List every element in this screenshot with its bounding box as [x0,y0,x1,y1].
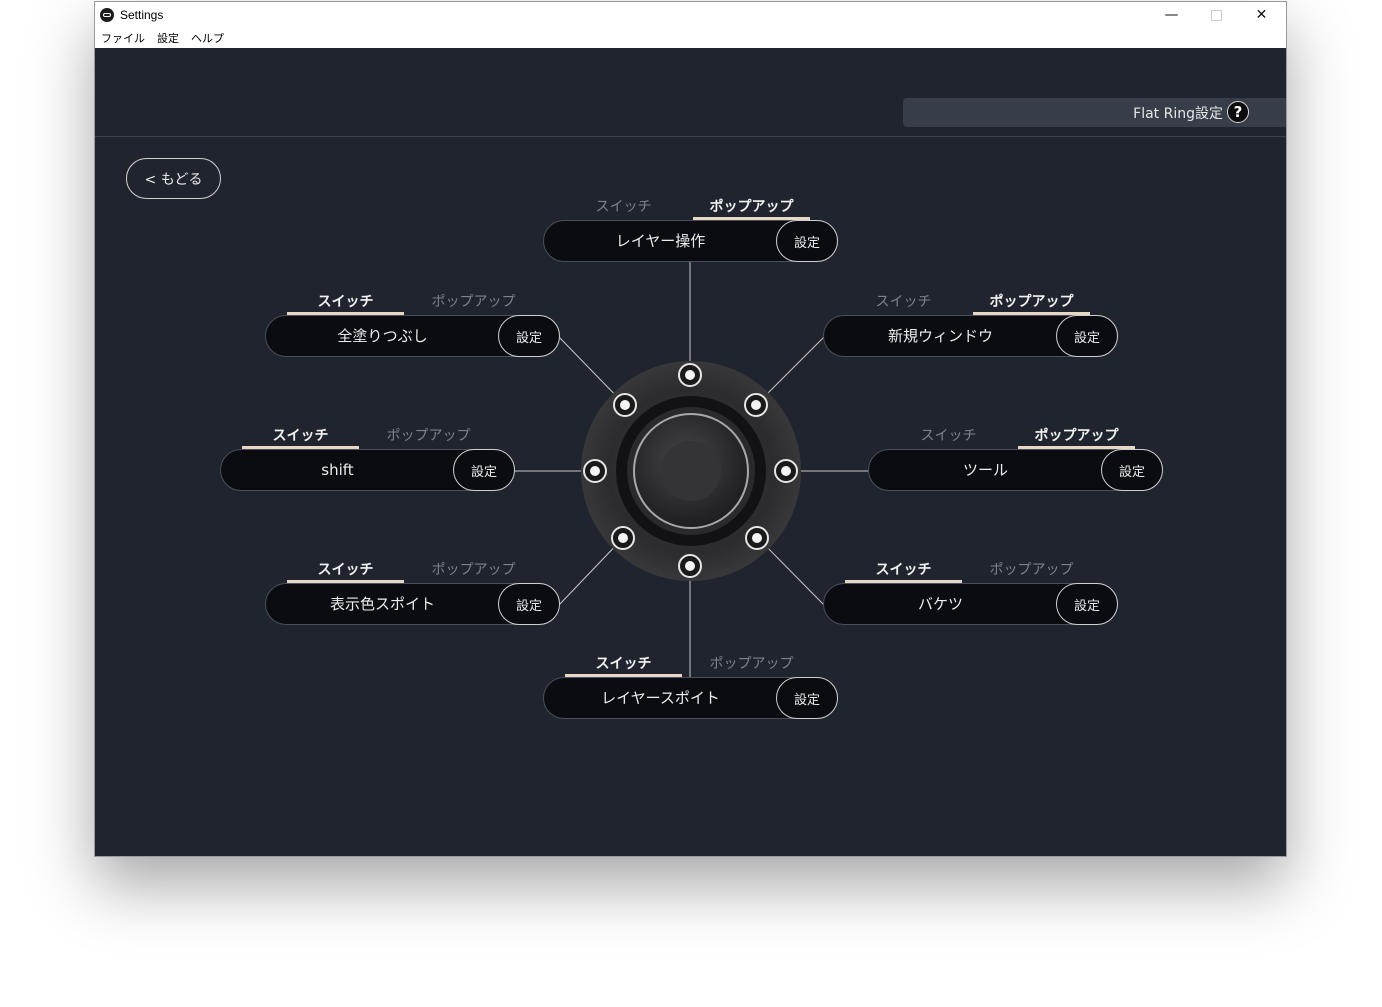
action-pill[interactable]: ツール 設定 [868,449,1163,491]
action-label: 全塗りつぶし [337,327,428,345]
set-button[interactable]: 設定 [498,315,560,357]
mode-popup[interactable]: ポップアップ [370,426,487,446]
mode-switch[interactable]: スイッチ [565,654,682,677]
menu-file[interactable]: ファイル [95,30,151,46]
action-pill[interactable]: レイヤースポイト 設定 [543,677,838,719]
action-pill[interactable]: 表示色スポイト 設定 [265,583,560,625]
action-label: レイヤー操作 [615,232,706,250]
mode-popup[interactable]: ポップアップ [693,197,810,220]
slot-upper-left: スイッチ ポップアップ 全塗りつぶし 設定 [265,292,560,357]
slot-lower-right: スイッチ ポップアップ バケツ 設定 [823,560,1118,625]
mode-popup[interactable]: ポップアップ [693,654,810,674]
set-button[interactable]: 設定 [453,449,515,491]
action-label: バケツ [917,595,963,613]
mode-switch[interactable]: スイッチ [287,292,404,315]
set-button[interactable]: 設定 [776,677,838,719]
action-pill[interactable]: 全塗りつぶし 設定 [265,315,560,357]
action-label: 新規ウィンドウ [887,327,993,345]
action-label: shift [321,461,354,479]
mode-popup[interactable]: ポップアップ [973,560,1090,580]
menu-help[interactable]: ヘルプ [185,30,230,46]
set-button[interactable]: 設定 [1056,583,1118,625]
mode-switch[interactable]: スイッチ [845,292,962,312]
settings-window: Settings — □ ✕ ファイル 設定 ヘルプ Flat Ring設定 ?… [94,1,1287,857]
menu-settings[interactable]: 設定 [151,30,185,46]
set-button[interactable]: 設定 [1056,315,1118,357]
window-title: Settings [120,8,164,22]
slot-bottom: スイッチ ポップアップ レイヤースポイト 設定 [543,654,838,719]
title-bar: Settings — □ ✕ [95,2,1286,28]
action-pill[interactable]: shift 設定 [220,449,515,491]
action-label: 表示色スポイト [329,595,435,613]
main-content: Flat Ring設定 ? < もどる スイッチ ポップアップ レイヤー操作 設… [95,48,1286,856]
mode-switch[interactable]: スイッチ [287,560,404,583]
mode-popup[interactable]: ポップアップ [415,560,532,580]
action-label: ツール [962,461,1008,479]
slot-left: スイッチ ポップアップ shift 設定 [220,426,515,491]
action-pill[interactable]: レイヤー操作 設定 [543,220,838,262]
mode-switch[interactable]: スイッチ [890,426,1007,446]
slot-upper-right: スイッチ ポップアップ 新規ウィンドウ 設定 [823,292,1118,357]
slot-right: スイッチ ポップアップ ツール 設定 [868,426,1163,491]
mode-switch[interactable]: スイッチ [242,426,359,449]
menu-bar: ファイル 設定 ヘルプ [95,28,1286,48]
action-pill[interactable]: 新規ウィンドウ 設定 [823,315,1118,357]
app-icon [100,8,114,22]
mode-popup[interactable]: ポップアップ [973,292,1090,315]
set-button[interactable]: 設定 [776,220,838,262]
flat-ring-device-icon [581,361,801,581]
mode-popup[interactable]: ポップアップ [1018,426,1135,449]
slot-top: スイッチ ポップアップ レイヤー操作 設定 [543,197,838,262]
action-label: レイヤースポイト [601,689,720,707]
set-button[interactable]: 設定 [1101,449,1163,491]
mode-popup[interactable]: ポップアップ [415,292,532,312]
action-pill[interactable]: バケツ 設定 [823,583,1118,625]
close-icon[interactable]: ✕ [1239,2,1284,28]
mode-switch[interactable]: スイッチ [845,560,962,583]
set-button[interactable]: 設定 [498,583,560,625]
slot-lower-left: スイッチ ポップアップ 表示色スポイト 設定 [265,560,560,625]
minimize-icon[interactable]: — [1149,2,1194,28]
maximize-icon[interactable]: □ [1194,2,1239,28]
mode-switch[interactable]: スイッチ [565,197,682,217]
